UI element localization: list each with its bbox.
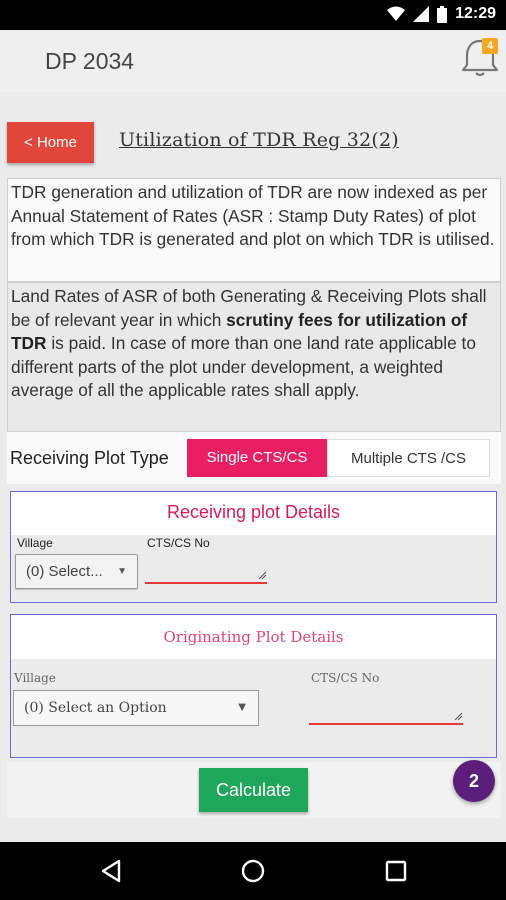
calculate-row: Calculate [7,762,501,818]
cts-input[interactable] [309,695,463,725]
back-icon[interactable] [100,859,122,883]
home-button[interactable]: < Home [7,122,94,163]
floating-action-button[interactable]: 2 [453,760,495,802]
panel-title: Receiving plot Details [11,492,496,535]
multiple-cts-option[interactable]: Multiple CTS /CS [327,439,490,477]
village-select[interactable]: (0) Select an Option ▼ [13,690,259,726]
app-title: DP 2034 [45,48,135,74]
status-bar: 12:29 [0,0,506,30]
village-label: Village [17,536,53,550]
cts-input[interactable] [145,556,267,584]
battery-icon [437,5,448,23]
main-content: < Home Utilization of TDR Reg 32(2) TDR … [0,92,506,842]
panel-title: Originating Plot Details [11,615,496,659]
dropdown-arrow-icon: ▼ [117,566,127,577]
clock: 12:29 [455,5,496,22]
notification-badge: 4 [482,38,498,54]
info-paragraph-2: Land Rates of ASR of both Generating & R… [7,282,501,432]
village-select[interactable]: (0) Select... ▼ [15,554,138,589]
wifi-icon [387,6,406,21]
page-title: Utilization of TDR Reg 32(2) [119,129,399,151]
calculate-button[interactable]: Calculate [199,768,308,812]
plot-type-label: Receiving Plot Type [10,448,169,468]
single-cts-option[interactable]: Single CTS/CS [187,439,327,477]
info-paragraph-1: TDR generation and utilization of TDR ar… [7,178,501,282]
receiving-plot-panel: Receiving plot Details Village (0) Selec… [10,491,497,603]
signal-icon [413,6,430,22]
plot-type-row: Receiving Plot Type Single CTS/CS Multip… [7,432,501,484]
village-select-value: (0) Select... [26,563,103,580]
recents-icon[interactable] [385,859,407,883]
navigation-bar [0,842,506,900]
cts-label: CTS/CS No [147,536,210,550]
dropdown-arrow-icon: ▼ [238,702,246,713]
home-icon[interactable] [241,859,265,883]
village-label: Village [14,671,56,685]
resize-handle-icon [258,571,267,580]
info-text: is paid. In case of more than one land r… [11,333,476,400]
cts-label: CTS/CS No [311,671,380,685]
village-select-value: (0) Select an Option [24,700,167,716]
resize-handle-icon [454,712,463,721]
notifications-button[interactable]: 4 [458,36,502,80]
app-bar: DP 2034 4 [0,30,506,92]
originating-plot-panel: Originating Plot Details Village (0) Sel… [10,614,497,758]
